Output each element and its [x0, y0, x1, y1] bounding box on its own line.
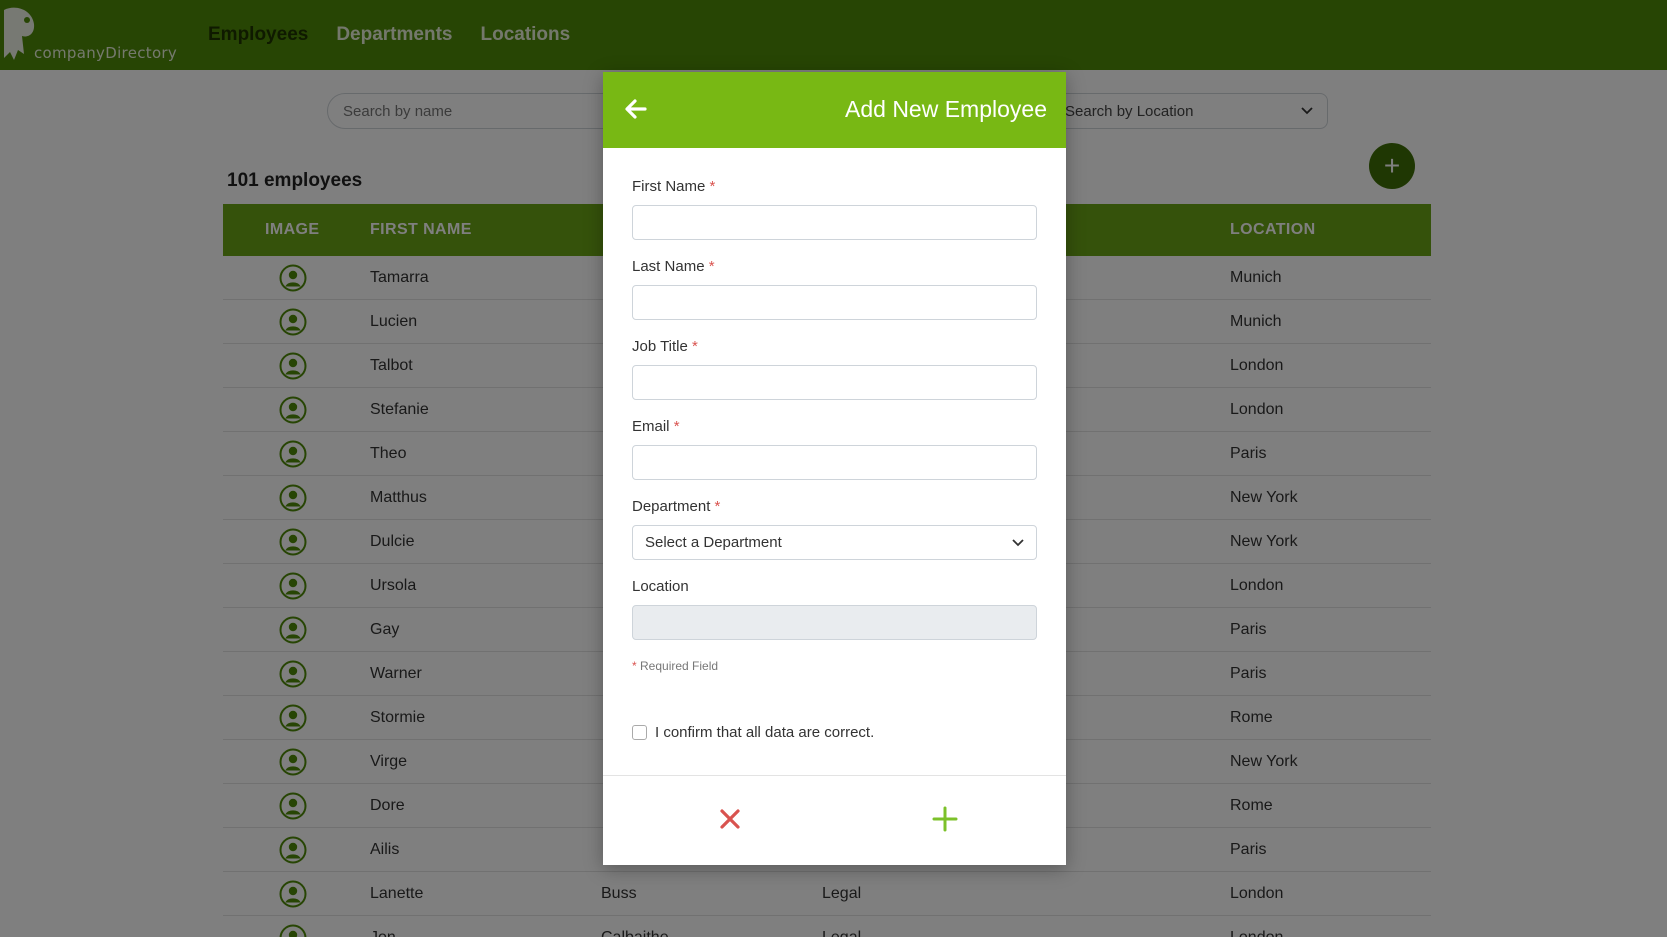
last-name-group: Last Name *: [632, 258, 1038, 338]
email-input[interactable]: [632, 445, 1037, 480]
email-group: Email *: [632, 418, 1038, 498]
location-label: Location: [632, 578, 689, 595]
email-label: Email: [632, 418, 670, 435]
confirm-checkbox[interactable]: [632, 725, 647, 740]
required-note-text: Required Field: [636, 659, 719, 673]
add-employee-form: First Name * Last Name * Job Title * Ema…: [632, 178, 1038, 658]
required-star: *: [709, 178, 716, 195]
modal-footer: [603, 775, 1066, 865]
last-name-label: Last Name: [632, 258, 705, 275]
add-employee-modal: Add New Employee First Name * Last Name …: [603, 72, 1066, 865]
first-name-input[interactable]: [632, 205, 1037, 240]
first-name-label: First Name: [632, 178, 706, 195]
chevron-down-icon: [1012, 538, 1024, 546]
modal-header: Add New Employee: [603, 72, 1066, 148]
confirm-checkbox-group[interactable]: I confirm that all data are correct.: [632, 724, 874, 741]
first-name-group: First Name *: [632, 178, 1038, 258]
last-name-input[interactable]: [632, 285, 1037, 320]
arrow-left-icon[interactable]: [623, 96, 649, 122]
job-title-input[interactable]: [632, 365, 1037, 400]
required-star: *: [708, 258, 715, 275]
department-label: Department: [632, 498, 711, 515]
modal-title: Add New Employee: [845, 96, 1047, 122]
required-star: *: [673, 418, 680, 435]
close-icon[interactable]: [715, 804, 745, 834]
plus-icon[interactable]: [930, 804, 960, 834]
confirm-label: I confirm that all data are correct.: [655, 724, 875, 741]
required-star: *: [692, 338, 698, 355]
job-title-label: Job Title: [632, 338, 688, 355]
job-title-group: Job Title *: [632, 338, 1038, 418]
location-group: Location: [632, 578, 1038, 658]
department-select[interactable]: Select a Department: [632, 525, 1037, 560]
location-input: [632, 605, 1037, 640]
required-star: *: [714, 498, 721, 515]
department-select-value: Select a Department: [645, 534, 782, 551]
department-group: Department * Select a Department: [632, 498, 1038, 578]
required-field-note: * Required Field: [632, 659, 718, 673]
